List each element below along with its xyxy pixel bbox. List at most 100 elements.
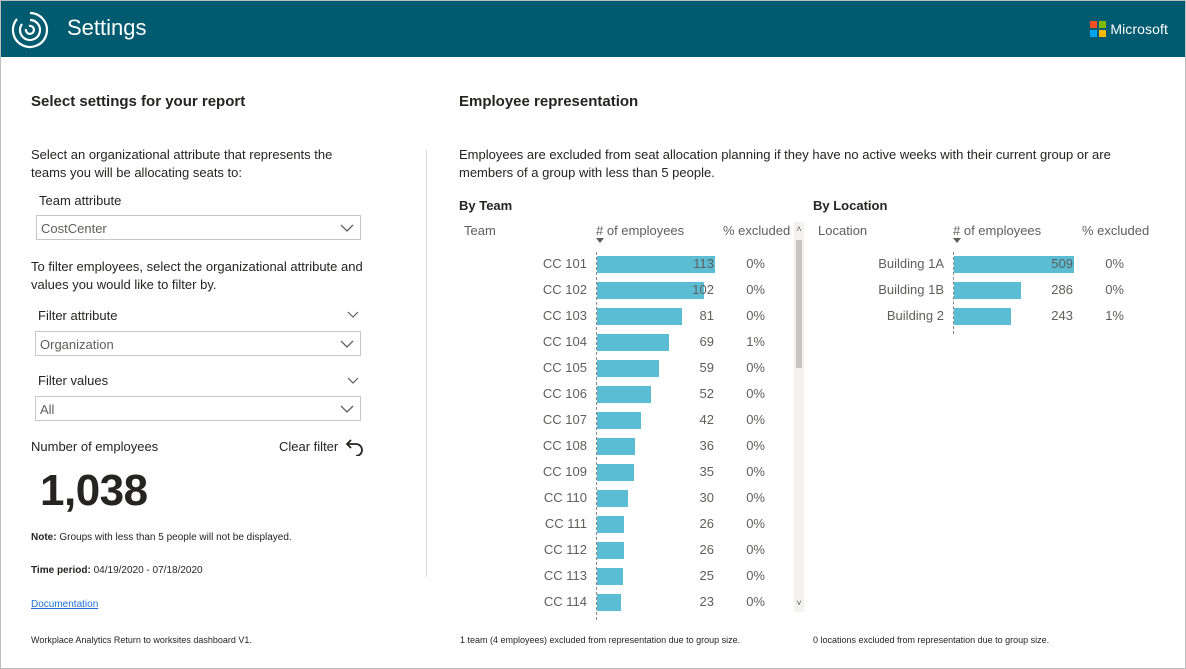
row-label: CC 113 bbox=[543, 568, 587, 583]
note: Note: Groups with less than 5 people wil… bbox=[31, 532, 292, 543]
column-header-excluded: % excluded bbox=[1082, 223, 1150, 238]
bar[interactable] bbox=[597, 438, 635, 455]
row-label: CC 103 bbox=[542, 308, 587, 323]
excluded-percent: 0% bbox=[746, 308, 765, 323]
filter-attribute-label: Filter attribute bbox=[38, 308, 118, 323]
scroll-down-icon[interactable]: ˅ bbox=[794, 598, 804, 608]
team-attribute-dropdown[interactable]: CostCenter bbox=[36, 215, 361, 240]
time-period: Time period: 04/19/2020 - 07/18/2020 bbox=[31, 565, 203, 576]
filter-values-value: All bbox=[40, 402, 55, 417]
bar[interactable] bbox=[597, 594, 622, 611]
representation-description: Employees are excluded from seat allocat… bbox=[459, 147, 1111, 180]
bar[interactable] bbox=[954, 282, 1022, 299]
brand-name: Microsoft bbox=[1110, 21, 1168, 37]
chevron-down-icon bbox=[340, 405, 354, 413]
sort-descending-icon[interactable] bbox=[953, 238, 961, 243]
scroll-thumb[interactable] bbox=[796, 240, 802, 368]
team-exclusion-note: 1 team (4 employees) excluded from repre… bbox=[460, 635, 741, 645]
scroll-up-icon[interactable]: ˄ bbox=[794, 224, 804, 234]
excluded-percent: 0% bbox=[746, 282, 765, 297]
filter-attribute-dropdown[interactable]: Organization bbox=[35, 331, 361, 356]
excluded-percent: 0% bbox=[746, 386, 765, 401]
filter-values-label: Filter values bbox=[38, 373, 109, 388]
clear-filter-button[interactable]: Clear filter bbox=[279, 439, 338, 454]
undo-icon[interactable] bbox=[345, 436, 365, 456]
row-label: CC 109 bbox=[542, 464, 587, 479]
excluded-percent: 0% bbox=[746, 516, 765, 531]
filter-attribute-expand-icon[interactable] bbox=[347, 311, 359, 319]
bar[interactable] bbox=[954, 308, 1012, 325]
row-label: CC 108 bbox=[542, 438, 587, 453]
row-label: CC 114 bbox=[543, 594, 587, 609]
column-header-category: Team bbox=[464, 223, 496, 238]
row-label: CC 110 bbox=[543, 490, 587, 505]
bar[interactable] bbox=[597, 386, 652, 403]
excluded-percent: 0% bbox=[746, 360, 765, 375]
column-header-category: Location bbox=[818, 223, 868, 238]
panel-divider bbox=[426, 150, 427, 577]
excluded-percent: 0% bbox=[1105, 256, 1124, 271]
filter-instruction: To filter employees, select the organiza… bbox=[31, 259, 363, 292]
column-header-count[interactable]: # of employees bbox=[953, 223, 1041, 238]
row-label: CC 104 bbox=[542, 334, 587, 349]
row-label: CC 107 bbox=[542, 412, 587, 427]
employee-count: 1,038 bbox=[40, 466, 148, 515]
excluded-percent: 0% bbox=[746, 438, 765, 453]
note-label: Note: bbox=[31, 532, 57, 543]
page-title: Settings bbox=[67, 15, 147, 40]
bar[interactable] bbox=[597, 516, 625, 533]
note-text: Groups with less than 5 people will not … bbox=[56, 532, 292, 543]
excluded-percent: 0% bbox=[746, 464, 765, 479]
team-instruction: Select an organizational attribute that … bbox=[31, 147, 333, 180]
row-label: CC 105 bbox=[542, 360, 587, 375]
workplace-analytics-logo-icon bbox=[11, 11, 49, 49]
row-label: Building 1B bbox=[878, 282, 944, 297]
row-label: CC 106 bbox=[542, 386, 587, 401]
employees-label: Number of employees bbox=[31, 439, 159, 454]
top-bar: Settings Microsoft bbox=[1, 1, 1185, 57]
chevron-down-icon bbox=[340, 340, 354, 348]
excluded-percent: 0% bbox=[746, 490, 765, 505]
microsoft-brand: Microsoft bbox=[1090, 21, 1168, 37]
row-label: Building 1A bbox=[878, 256, 944, 271]
row-label: CC 102 bbox=[542, 282, 587, 297]
row-label: CC 111 bbox=[544, 516, 587, 531]
row-label: CC 112 bbox=[543, 542, 587, 557]
bar[interactable] bbox=[597, 568, 624, 585]
filter-values-expand-icon[interactable] bbox=[347, 377, 359, 385]
excluded-percent: 0% bbox=[1105, 282, 1124, 297]
bar[interactable] bbox=[597, 360, 659, 377]
bar[interactable] bbox=[597, 412, 641, 429]
filter-values-dropdown[interactable]: All bbox=[35, 396, 361, 421]
row-label: Building 2 bbox=[886, 308, 944, 323]
representation-heading: Employee representation bbox=[459, 93, 639, 110]
excluded-percent: 0% bbox=[746, 256, 765, 271]
column-header-excluded: % excluded bbox=[723, 223, 791, 238]
excluded-percent: 0% bbox=[746, 568, 765, 583]
documentation-link[interactable]: Documentation bbox=[31, 599, 98, 610]
dashboard-version: Workplace Analytics Return to worksites … bbox=[31, 635, 252, 645]
bar[interactable] bbox=[597, 464, 634, 481]
microsoft-logo-icon bbox=[1090, 21, 1107, 37]
column-header-count[interactable]: # of employees bbox=[596, 223, 684, 238]
bar[interactable] bbox=[597, 490, 629, 507]
chart-title: By Location bbox=[813, 198, 888, 213]
row-label: CC 101 bbox=[542, 256, 587, 271]
team-list-scrollbar[interactable]: ˄ ˅ bbox=[794, 222, 804, 612]
filter-attribute-value: Organization bbox=[40, 337, 114, 352]
time-period-value: 04/19/2020 - 07/18/2020 bbox=[90, 565, 203, 576]
location-exclusion-note: 0 locations excluded from representation… bbox=[813, 635, 1050, 645]
settings-heading: Select settings for your report bbox=[31, 93, 246, 110]
excluded-percent: 1% bbox=[1105, 308, 1124, 323]
bar[interactable] bbox=[597, 542, 625, 559]
team-attribute-value: CostCenter bbox=[41, 221, 107, 236]
chevron-down-icon bbox=[340, 224, 354, 232]
chart-title: By Team bbox=[459, 198, 513, 213]
time-period-label: Time period: bbox=[31, 565, 91, 576]
team-attribute-label: Team attribute bbox=[39, 193, 122, 208]
excluded-percent: 0% bbox=[746, 412, 765, 427]
sort-descending-icon[interactable] bbox=[596, 238, 604, 243]
excluded-percent: 1% bbox=[746, 334, 765, 349]
excluded-percent: 0% bbox=[746, 594, 765, 609]
excluded-percent: 0% bbox=[746, 542, 765, 557]
